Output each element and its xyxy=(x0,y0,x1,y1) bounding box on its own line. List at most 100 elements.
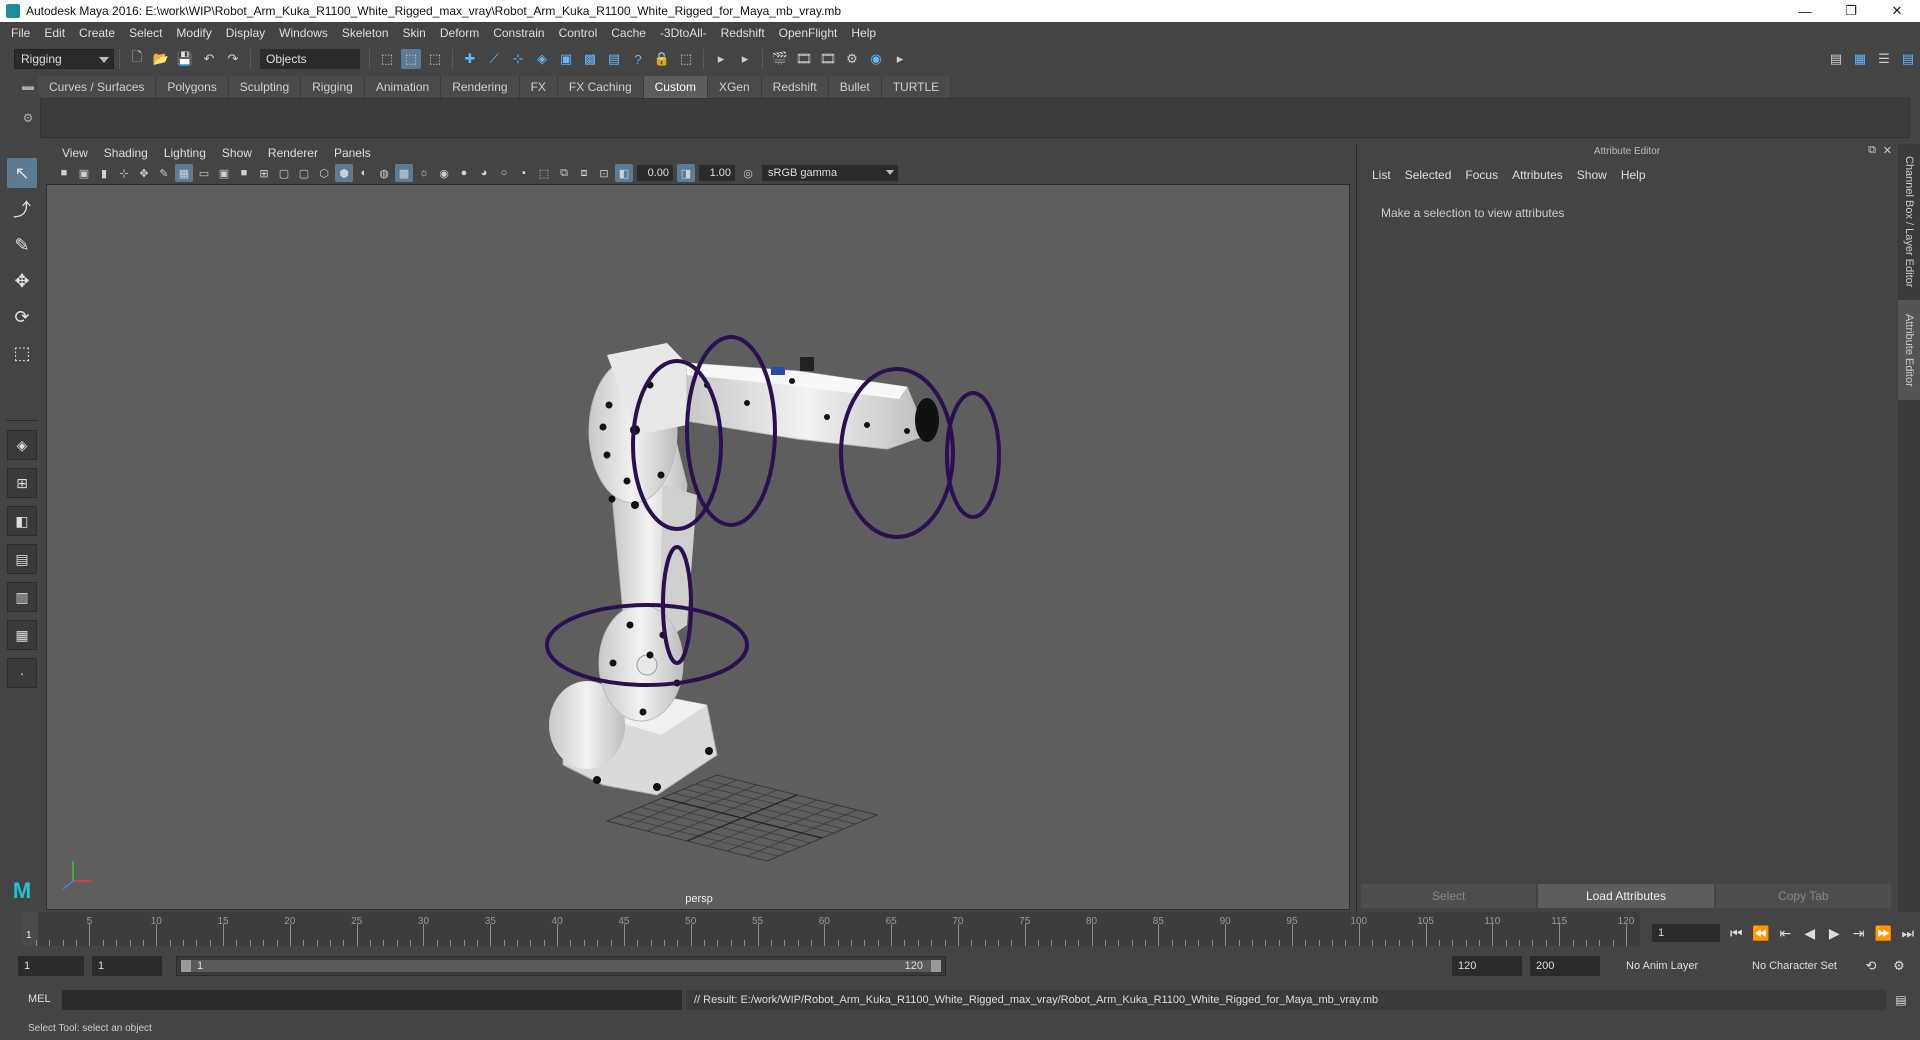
attribute-editor-tab[interactable]: Attribute Editor xyxy=(1898,300,1920,400)
safe-title-icon[interactable]: ▢ xyxy=(295,164,313,182)
load-attributes-button[interactable]: Load Attributes xyxy=(1538,884,1716,908)
anim-layer-dropdown[interactable]: No Anim Layer xyxy=(1620,956,1740,976)
float-panel-icon[interactable]: ⧉ xyxy=(1868,144,1876,157)
menu-skin[interactable]: Skin xyxy=(396,26,433,40)
make-live-icon[interactable]: ▣ xyxy=(556,49,576,69)
symmetry-icon[interactable]: ▤ xyxy=(604,49,624,69)
open-scene-icon[interactable]: 📂 xyxy=(151,49,171,69)
shelf-settings-icon[interactable]: ⚙ xyxy=(18,98,38,138)
use-all-lights-icon[interactable]: ☼ xyxy=(415,164,433,182)
viewport-menu-renderer[interactable]: Renderer xyxy=(260,146,326,160)
xray-joints-icon[interactable]: ⧈ xyxy=(575,164,593,182)
grid-icon[interactable]: ▦ xyxy=(175,164,193,182)
select-components-icon[interactable]: ⬚ xyxy=(425,49,445,69)
snap-point-icon[interactable]: ⊹ xyxy=(508,49,528,69)
ae-menu-attributes[interactable]: Attributes xyxy=(1505,168,1570,182)
exposure-field[interactable]: 0.00 xyxy=(637,165,673,181)
range-slider[interactable]: 1 120 xyxy=(176,956,946,976)
play-backwards-icon[interactable]: ◀ xyxy=(1800,925,1820,942)
shelf-tab-fx[interactable]: FX xyxy=(519,76,558,98)
tool-settings-toggle-icon[interactable]: ☰ xyxy=(1874,49,1894,69)
lock-icon[interactable]: 🔒 xyxy=(652,49,672,69)
shelf-tab-custom[interactable]: Custom xyxy=(643,76,708,98)
motion-blur-icon[interactable]: ◕ xyxy=(475,164,493,182)
ipr-render-icon[interactable]: 🎞 xyxy=(818,49,838,69)
select-tool-icon[interactable]: ↖ xyxy=(7,158,37,188)
shelf-tab-bullet[interactable]: Bullet xyxy=(828,76,882,98)
persp-graph-layout-icon[interactable]: ▥ xyxy=(7,582,37,612)
shelf-tab-polygons[interactable]: Polygons xyxy=(156,76,229,98)
animation-preferences-icon[interactable]: ⚙ xyxy=(1890,957,1908,975)
viewport-menu-view[interactable]: View xyxy=(54,146,96,160)
menu-file[interactable]: File xyxy=(4,26,37,40)
menu-create[interactable]: Create xyxy=(72,26,122,40)
animation-start-field[interactable]: 1 xyxy=(18,956,84,976)
color-management-icon[interactable]: ◎ xyxy=(739,164,757,182)
wireframe-icon[interactable]: ⬡ xyxy=(315,164,333,182)
animation-end-field[interactable]: 200 xyxy=(1530,956,1600,976)
outliner-persp-layout-icon[interactable]: ▤ xyxy=(7,544,37,574)
menu-help[interactable]: Help xyxy=(844,26,883,40)
render-view-icon[interactable]: 🎬 xyxy=(770,49,790,69)
image-plane-icon[interactable]: ⊹ xyxy=(115,164,133,182)
shelf-tab-animation[interactable]: Animation xyxy=(364,76,442,98)
shelf-menu-icon[interactable]: ▬ xyxy=(18,74,38,98)
step-back-key-icon[interactable]: ⇤ xyxy=(1775,925,1795,942)
shelf-tab-turtle[interactable]: TURTLE xyxy=(881,76,952,98)
bookmark-icon[interactable]: ▮ xyxy=(95,164,113,182)
gate-mask-icon[interactable]: ■ xyxy=(235,164,253,182)
menu-deform[interactable]: Deform xyxy=(433,26,486,40)
maximize-button[interactable]: ❐ xyxy=(1828,0,1874,22)
ae-menu-selected[interactable]: Selected xyxy=(1398,168,1459,182)
viewport-menu-panels[interactable]: Panels xyxy=(326,146,379,160)
gamma-icon[interactable]: ◨ xyxy=(677,164,695,182)
redo-icon[interactable]: ↷ xyxy=(223,49,243,69)
viewport-menu-shading[interactable]: Shading xyxy=(96,146,156,160)
minimize-button[interactable]: — xyxy=(1782,0,1828,22)
menu-cache[interactable]: Cache xyxy=(604,26,653,40)
menu-select[interactable]: Select xyxy=(122,26,169,40)
go-to-start-icon[interactable]: ⏮ xyxy=(1726,925,1746,942)
hypershade-icon[interactable]: ◉ xyxy=(866,49,886,69)
move-tool-icon[interactable]: ✥ xyxy=(7,266,37,296)
four-pane-layout-icon[interactable]: ⊞ xyxy=(7,468,37,498)
menu-set-dropdown[interactable]: Rigging xyxy=(14,49,114,69)
ae-menu-help[interactable]: Help xyxy=(1614,168,1653,182)
depth-of-field-icon[interactable]: ▪ xyxy=(515,164,533,182)
shelf-tab-rigging[interactable]: Rigging xyxy=(301,76,365,98)
menu-edit[interactable]: Edit xyxy=(37,26,72,40)
2d-pan-zoom-icon[interactable]: ✥ xyxy=(135,164,153,182)
command-input[interactable] xyxy=(62,990,682,1010)
menu-windows[interactable]: Windows xyxy=(272,26,335,40)
snap-grid-icon[interactable]: ✚ xyxy=(460,49,480,69)
ae-menu-focus[interactable]: Focus xyxy=(1458,168,1505,182)
close-button[interactable]: ✕ xyxy=(1874,0,1920,22)
gamma-field[interactable]: 1.00 xyxy=(699,165,735,181)
ae-menu-list[interactable]: List xyxy=(1365,168,1398,182)
menu-openflight[interactable]: OpenFlight xyxy=(772,26,845,40)
textured-icon[interactable]: ▩ xyxy=(395,164,413,182)
use-default-material-icon[interactable]: ◐ xyxy=(355,164,373,182)
anti-aliasing-icon[interactable]: ○ xyxy=(495,164,513,182)
menu-control[interactable]: Control xyxy=(552,26,605,40)
current-frame-field[interactable]: 1 xyxy=(1652,924,1720,942)
wireframe-on-shaded-icon[interactable]: ◍ xyxy=(375,164,393,182)
xray-icon[interactable]: ⧉ xyxy=(555,164,573,182)
viewport-menu-show[interactable]: Show xyxy=(214,146,260,160)
exposure-icon[interactable]: ◧ xyxy=(615,164,633,182)
close-panel-icon[interactable]: ✕ xyxy=(1883,144,1892,157)
selection-mask-dropdown[interactable]: Objects xyxy=(260,49,360,69)
ae-menu-show[interactable]: Show xyxy=(1570,168,1614,182)
shelf-tab-curves-surfaces[interactable]: Curves / Surfaces xyxy=(38,76,157,98)
shelf-tab-fx-caching[interactable]: FX Caching xyxy=(557,76,644,98)
help-query-icon[interactable]: ? xyxy=(628,49,648,69)
field-chart-icon[interactable]: ⊞ xyxy=(255,164,273,182)
layout-options-icon[interactable]: · xyxy=(7,658,37,688)
camera-select-icon[interactable]: ■ xyxy=(55,164,73,182)
camera-attributes-icon[interactable]: ▣ xyxy=(75,164,93,182)
copy-tab-button[interactable]: Copy Tab xyxy=(1715,884,1893,908)
menu-3dtoall[interactable]: -3DtoAll- xyxy=(653,26,714,40)
snap-view-plane-icon[interactable]: ◈ xyxy=(532,49,552,69)
script-editor-icon[interactable]: ▤ xyxy=(1892,992,1910,1008)
undo-icon[interactable]: ↶ xyxy=(199,49,219,69)
